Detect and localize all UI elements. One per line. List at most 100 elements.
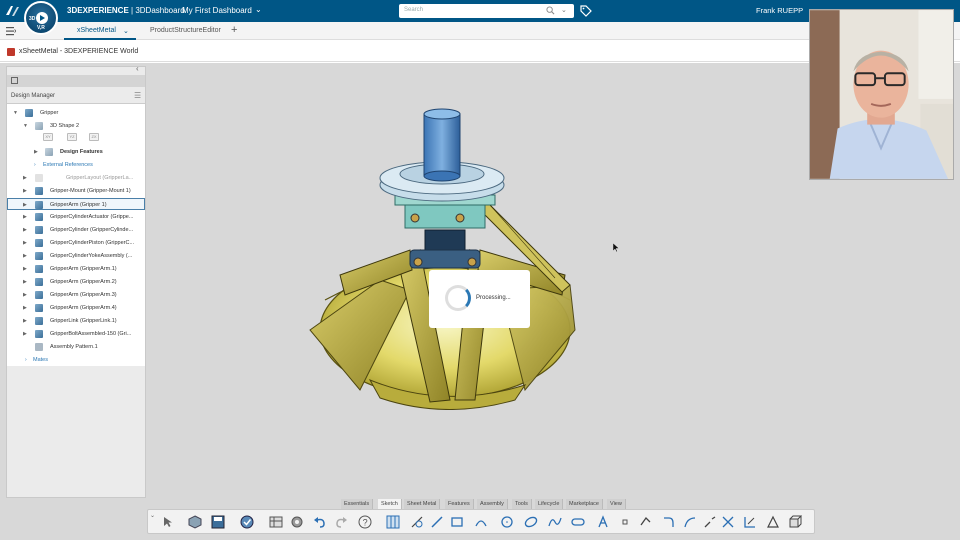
tree-row-cylinder-piston[interactable]: ▶ GripperCylinderPiston (GripperC... [7,237,145,249]
cube-icon[interactable] [788,515,802,529]
tree-row-gripper-arm-4[interactable]: ▶ GripperArm (GripperArm.4) [7,302,145,314]
plane-yz-icon[interactable]: YZ [67,133,77,141]
expand-arrow-icon[interactable]: ▶ [23,240,28,246]
tree-row-cylinder-actuator[interactable]: ▶ GripperCylinderActuator (Grippe... [7,211,145,223]
tab-tools[interactable]: Tools [512,499,532,509]
fillet-icon[interactable] [662,515,676,529]
search-bar[interactable]: Search ⌄ [399,4,574,18]
collapse-arrow-icon[interactable]: ▼ [13,110,18,116]
tree-row-bolt-assembled[interactable]: ▶ GripperBoltAssembled-150 (Gri... [7,328,145,340]
tree-row-yoke-assembly[interactable]: ▶ GripperCylinderYokeAssembly (... [7,250,145,262]
tree-row-gripper-mount[interactable]: ▶ Gripper-Mount (Gripper-Mount 1) [7,185,145,197]
tab-assembly[interactable]: Assembly [477,499,508,509]
tree-row-gripper-arm-3[interactable]: ▶ GripperArm (GripperArm.3) [7,289,145,301]
tab-features[interactable]: Features [445,499,474,509]
smart-dimension-icon[interactable] [410,515,424,529]
compass-play-icon[interactable] [36,12,48,24]
expand-arrow-icon[interactable]: ▶ [23,175,28,181]
tree-row-mates[interactable]: › Mates [7,354,145,366]
mirror-icon[interactable] [743,515,757,529]
search-options-chevron-icon[interactable]: ⌄ [561,6,567,14]
menu-icon[interactable] [6,26,16,36]
ds-logo-icon[interactable] [4,3,20,19]
tab-sketch[interactable]: Sketch [378,499,402,509]
active-tab-indicator [64,38,136,40]
tree-row-gripper-layout[interactable]: ▶ GripperLayout (GripperLa... [7,172,145,184]
save-icon[interactable] [211,515,225,529]
tree-row-gripper-cylinder[interactable]: ▶ GripperCylinder (GripperCylinde... [7,224,145,236]
rectangle-icon[interactable] [450,515,464,529]
tree-row-external-references[interactable]: › External References [7,159,145,171]
table-icon[interactable] [269,515,283,529]
collapse-arrow-icon[interactable]: ▼ [23,123,28,129]
tree-row-gripper-arm-1[interactable]: ▶ GripperArm (GripperArm.1) [7,263,145,275]
expand-arrow-icon[interactable]: ▶ [23,253,28,259]
plane-zx-icon[interactable]: ZX [89,133,99,141]
select-icon[interactable] [161,515,175,529]
expand-arrow-icon[interactable]: ▶ [23,202,28,208]
plane-xy-icon[interactable]: XY [43,133,53,141]
arc-icon[interactable] [474,515,488,529]
expand-arrow-icon[interactable]: ▶ [23,227,28,233]
grid-icon[interactable] [386,515,400,529]
redo-icon[interactable] [334,515,348,529]
expand-arrow-icon[interactable]: ▶ [23,266,28,272]
expand-arrow-icon[interactable]: ▶ [23,331,28,337]
tab-sheet-metal[interactable]: Sheet Metal [404,499,441,509]
tab-options-chevron-icon[interactable]: ⌄ [123,27,129,35]
panel-menu-icon[interactable]: ☰ [134,91,141,100]
ellipse-icon[interactable] [524,515,538,529]
tab-marketplace[interactable]: Marketplace [566,499,603,509]
circle-icon[interactable] [500,515,514,529]
extend-icon[interactable] [703,515,717,529]
expand-arrow-icon[interactable]: ▶ [23,305,28,311]
panel-header [7,75,145,87]
tree-row-3d-shape[interactable]: ▼ 3D Shape 2 [7,120,145,132]
expand-arrow-icon[interactable]: ▶ [34,149,39,155]
expand-arrow-icon[interactable]: › [25,357,30,363]
tab-essentials[interactable]: Essentials [341,499,374,509]
tree-row-gripper-arm-2[interactable]: ▶ GripperArm (GripperArm.2) [7,276,145,288]
tree-view-icon[interactable] [11,77,18,84]
trim-icon[interactable] [683,515,697,529]
undo-icon[interactable] [313,515,327,529]
dashboard-chevron-down-icon[interactable]: ⌄ [255,5,262,14]
tree-row-gripper-arm-selected[interactable]: ▶ GripperArm (Gripper 1) [7,198,145,210]
expand-toolbar-chevron-icon[interactable]: ⌄ [150,512,155,519]
add-tab-icon[interactable]: + [231,24,237,36]
expand-arrow-icon[interactable]: › [34,162,39,168]
line-icon[interactable] [430,515,444,529]
expand-arrow-icon[interactable]: ▶ [23,214,28,220]
settings-icon[interactable] [290,515,304,529]
point-icon[interactable] [618,515,632,529]
expand-arrow-icon[interactable]: ▶ [23,318,28,324]
help-icon[interactable]: ? [358,515,372,529]
pattern-icon[interactable] [766,515,780,529]
spline-icon[interactable] [548,515,562,529]
convert-icon[interactable] [721,515,735,529]
search-icon[interactable] [546,6,555,15]
gripper-3d-model[interactable] [300,100,590,410]
expand-arrow-icon[interactable]: ▶ [23,188,28,194]
text-icon[interactable] [596,515,610,529]
part-icon[interactable] [188,515,202,529]
dashboard-title[interactable]: My First Dashboard [182,6,252,15]
tree-row-gripper-link[interactable]: ▶ GripperLink (GripperLink.1) [7,315,145,327]
offset-icon[interactable] [638,515,652,529]
tab-view[interactable]: View [607,499,626,509]
tab-xsheetmetal[interactable]: xSheetMetal [77,27,116,34]
user-name[interactable]: Frank RUEPP [756,6,803,15]
tab-lifecycle[interactable]: Lifecycle [535,499,564,509]
slot-icon[interactable] [571,515,585,529]
check-icon[interactable] [240,515,254,529]
collapse-panel-icon[interactable]: ‹ [136,64,139,73]
tree-row-gripper[interactable]: ▼ Gripper [7,107,145,119]
search-input[interactable]: Search [404,7,423,13]
tab-product-structure-editor[interactable]: ProductStructureEditor [150,27,221,34]
tree-row-assembly-pattern[interactable]: Assembly Pattern.1 [7,341,145,353]
tree-row-design-features[interactable]: ▶ Design Features [7,146,145,158]
tag-icon[interactable] [580,5,592,17]
compass-icon[interactable]: 3D V,R [24,1,58,35]
expand-arrow-icon[interactable]: ▶ [23,292,28,298]
expand-arrow-icon[interactable]: ▶ [23,279,28,285]
